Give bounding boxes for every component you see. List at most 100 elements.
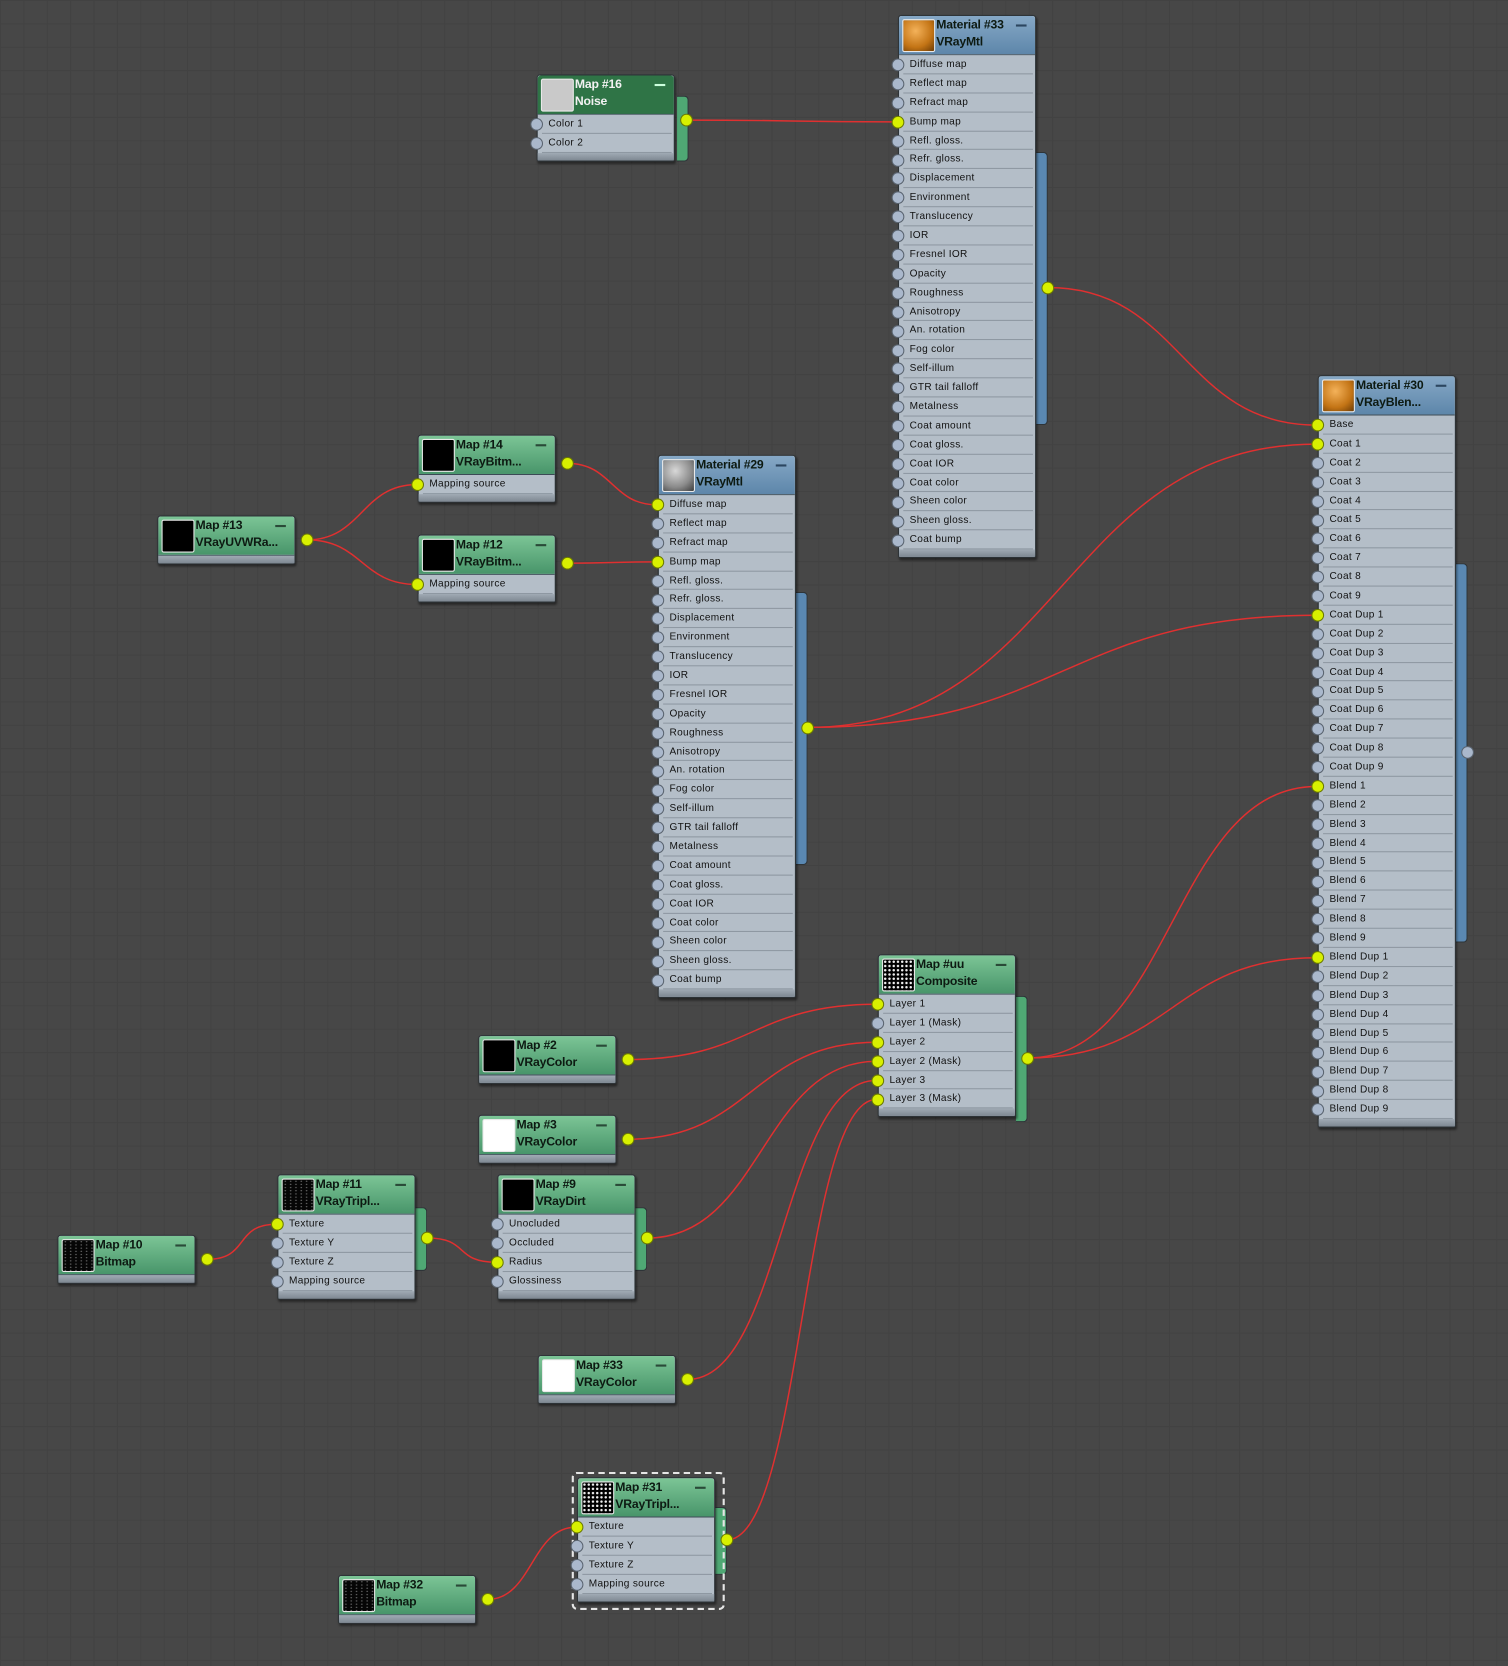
collapse-button[interactable] (995, 963, 1007, 966)
output-socket[interactable] (621, 1132, 635, 1146)
wire-mapuu-to-mat30[interactable] (1027, 785, 1317, 1059)
input-socket[interactable] (530, 136, 544, 150)
resize-footer[interactable] (418, 593, 555, 602)
collapse-button[interactable] (654, 83, 666, 87)
input-slot-coat-dup-5[interactable]: Coat Dup 5 (1323, 682, 1453, 701)
collapse-button[interactable] (535, 444, 547, 447)
input-socket[interactable] (651, 954, 665, 968)
input-socket[interactable] (1311, 1084, 1325, 1098)
input-socket[interactable] (1311, 894, 1325, 908)
wire-map3-to-mapuu[interactable] (628, 1041, 877, 1140)
input-socket[interactable] (490, 1236, 504, 1250)
input-socket[interactable] (411, 478, 425, 491)
input-slot-coat-dup-6[interactable]: Coat Dup 6 (1323, 701, 1453, 720)
input-slot-color-1[interactable]: Color 1 (541, 115, 672, 134)
input-socket[interactable] (871, 1092, 885, 1106)
node-map10[interactable]: Map #10 Bitmap (57, 1234, 196, 1284)
input-socket[interactable] (891, 495, 905, 509)
input-socket[interactable] (891, 286, 905, 300)
wire-map13-to-map12[interactable] (307, 539, 417, 586)
input-slot-mapping-source[interactable]: Mapping source (582, 1575, 713, 1594)
input-slot-color-2[interactable]: Color 2 (541, 134, 672, 153)
input-slot-coat-8[interactable]: Coat 8 (1323, 568, 1453, 587)
input-slot-texture-z[interactable]: Texture Z (582, 1556, 713, 1575)
input-socket[interactable] (891, 115, 905, 129)
output-socket[interactable] (200, 1252, 214, 1266)
input-slot-mapping-source[interactable]: Mapping source (422, 575, 553, 594)
material-preview-thumbnail[interactable] (1321, 379, 1355, 413)
input-slot-fresnel-ior[interactable]: Fresnel IOR (903, 245, 1033, 265)
input-slot-ior[interactable]: IOR (663, 666, 793, 686)
output-socket[interactable] (681, 1373, 694, 1386)
input-socket[interactable] (891, 153, 905, 167)
input-slot-blend-3[interactable]: Blend 3 (1323, 815, 1453, 834)
collapse-button[interactable] (175, 1244, 186, 1247)
input-slot-coat-4[interactable]: Coat 4 (1323, 492, 1453, 511)
output-socket[interactable] (720, 1533, 734, 1547)
input-slot-texture-y[interactable]: Texture Y (282, 1234, 413, 1253)
collapse-button[interactable] (1435, 384, 1447, 387)
input-slot-fog-color[interactable]: Fog color (663, 780, 793, 800)
input-slot-roughness[interactable]: Roughness (903, 283, 1033, 303)
input-socket[interactable] (1311, 837, 1325, 850)
input-slot-coat-3[interactable]: Coat 3 (1323, 473, 1453, 492)
input-socket[interactable] (651, 555, 665, 569)
input-socket[interactable] (891, 305, 905, 319)
input-slot-texture[interactable]: Texture (582, 1518, 713, 1537)
node-map33[interactable]: Map #33 VRayColor (537, 1354, 676, 1404)
input-slot-coat-gloss[interactable]: Coat gloss. (663, 875, 793, 895)
input-slot-blend-dup-8[interactable]: Blend Dup 8 (1323, 1081, 1453, 1100)
collapse-button[interactable] (695, 1486, 706, 1489)
input-slot-displacement[interactable]: Displacement (663, 609, 793, 629)
wire-map13-to-map14[interactable] (307, 483, 417, 541)
resize-footer[interactable] (58, 1275, 195, 1283)
node-map32[interactable]: Map #32 Bitmap (337, 1574, 477, 1624)
input-slot-translucency[interactable]: Translucency (903, 207, 1033, 227)
wire-map11-to-map9[interactable] (427, 1237, 497, 1264)
input-socket[interactable] (530, 117, 544, 131)
input-socket[interactable] (270, 1217, 284, 1231)
input-slot-blend-dup-1[interactable]: Blend Dup 1 (1323, 948, 1453, 967)
input-slot-layer-2[interactable]: Layer 2 (883, 1033, 1013, 1052)
input-socket[interactable] (1311, 989, 1325, 1003)
resize-footer[interactable] (479, 1075, 616, 1083)
input-slot-mapping-source[interactable]: Mapping source (422, 475, 553, 495)
input-socket[interactable] (891, 343, 905, 357)
node-map31[interactable]: Map #31 VRayTripl... Texture Texture Y Tex… (577, 1477, 716, 1603)
resize-footer[interactable] (1318, 1118, 1455, 1127)
input-socket[interactable] (871, 1054, 885, 1068)
input-socket[interactable] (891, 324, 905, 338)
node-header[interactable]: Map #uu Composite (878, 955, 1015, 995)
input-slot-fog-color[interactable]: Fog color (903, 340, 1033, 360)
node-header[interactable]: Map #16 Noise (537, 75, 674, 115)
node-header[interactable]: Map #2 VRayColor (479, 1036, 616, 1076)
input-socket[interactable] (1311, 799, 1325, 812)
input-slot-bump-map[interactable]: Bump map (663, 552, 793, 572)
input-slot-coat-9[interactable]: Coat 9 (1323, 587, 1453, 606)
input-socket[interactable] (891, 476, 905, 490)
input-slot-coat-amount[interactable]: Coat amount (903, 416, 1033, 436)
input-slot-glossiness[interactable]: Glossiness (502, 1272, 633, 1291)
input-socket[interactable] (651, 745, 665, 759)
material-preview-thumbnail[interactable] (541, 1359, 575, 1393)
slate-material-editor-canvas[interactable]: Material #33 VRayMtl Diffuse map Reflect … (0, 0, 1508, 1666)
input-socket[interactable] (1311, 437, 1325, 451)
material-preview-thumbnail[interactable] (882, 958, 915, 992)
input-slot-blend-5[interactable]: Blend 5 (1323, 853, 1453, 872)
input-socket[interactable] (1311, 1046, 1325, 1060)
output-socket[interactable] (1021, 1051, 1035, 1065)
input-slot-blend-9[interactable]: Blend 9 (1323, 929, 1453, 948)
input-slot-environment[interactable]: Environment (903, 188, 1033, 208)
input-socket[interactable] (411, 578, 425, 591)
input-slot-coat-1[interactable]: Coat 1 (1323, 435, 1453, 454)
input-slot-blend-dup-4[interactable]: Blend Dup 4 (1323, 1005, 1453, 1024)
input-slot-coat-6[interactable]: Coat 6 (1323, 530, 1453, 549)
input-socket[interactable] (651, 707, 665, 721)
input-slot-an-rotation[interactable]: An. rotation (903, 321, 1033, 341)
material-preview-thumbnail[interactable] (342, 1579, 376, 1613)
input-slot-coat-color[interactable]: Coat color (663, 913, 793, 933)
collapse-button[interactable] (596, 1124, 607, 1127)
input-slot-blend-4[interactable]: Blend 4 (1323, 834, 1453, 853)
input-slot-texture-z[interactable]: Texture Z (282, 1253, 413, 1272)
resize-footer[interactable] (899, 549, 1036, 558)
